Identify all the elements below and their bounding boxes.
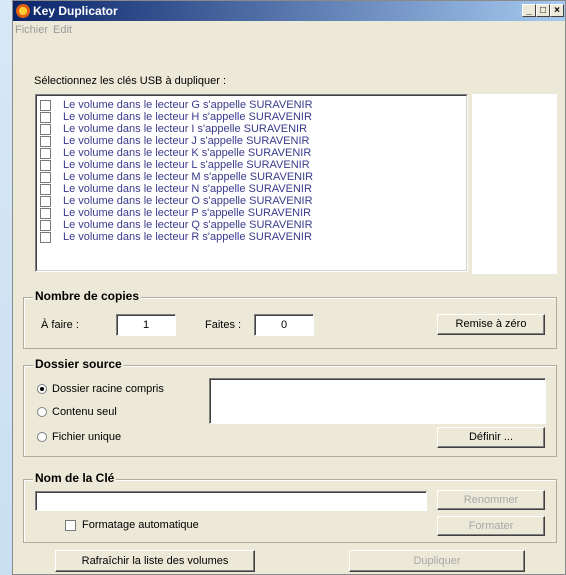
radio-content-only-label: Contenu seul xyxy=(52,406,117,418)
minimize-button[interactable]: _ xyxy=(522,4,536,17)
volume-label: Le volume dans le lecteur H s'appelle SU… xyxy=(63,111,312,124)
app-key-icon xyxy=(16,4,30,18)
usb-select-label: Sélectionnez les clés USB à dupliquer : xyxy=(34,75,226,87)
volume-label: Le volume dans le lecteur K s'appelle SU… xyxy=(63,147,312,160)
checkbox[interactable] xyxy=(40,135,51,147)
radio-root-folder[interactable]: Dossier racine compris xyxy=(37,383,164,395)
autoformat-checkbox[interactable]: Formatage automatique xyxy=(65,519,199,531)
volume-item[interactable]: Le volume dans le lecteur R s'appelle SU… xyxy=(40,231,312,244)
keyname-group-title: Nom de la Clé xyxy=(33,471,117,485)
volume-label: Le volume dans le lecteur N s'appelle SU… xyxy=(63,183,312,196)
autoformat-label: Formatage automatique xyxy=(82,519,199,531)
radio-single-file[interactable]: Fichier unique xyxy=(37,431,121,443)
key-name-input[interactable] xyxy=(35,491,427,511)
format-button[interactable]: Formater xyxy=(437,516,545,536)
checkbox[interactable] xyxy=(40,171,51,183)
checkbox[interactable] xyxy=(40,99,51,111)
volume-label: Le volume dans le lecteur M s'appelle SU… xyxy=(63,171,314,184)
reset-button[interactable]: Remise à zéro xyxy=(437,314,545,335)
checkbox[interactable] xyxy=(40,159,51,171)
checkbox[interactable] xyxy=(40,219,51,231)
copies-group-title: Nombre de copies xyxy=(33,289,142,303)
checkbox[interactable] xyxy=(40,183,51,195)
window-title: Key Duplicator xyxy=(33,4,118,18)
volume-label: Le volume dans le lecteur Q s'appelle SU… xyxy=(63,219,313,232)
checkbox[interactable] xyxy=(40,123,51,135)
radio-icon xyxy=(37,432,47,443)
volume-label: Le volume dans le lecteur P s'appelle SU… xyxy=(63,207,312,220)
preview-panel xyxy=(472,94,557,274)
checkbox[interactable] xyxy=(40,231,51,243)
volume-label: Le volume dans le lecteur O s'appelle SU… xyxy=(63,195,313,208)
duplicate-button[interactable]: Dupliquer xyxy=(349,550,525,572)
todo-label: À faire : xyxy=(41,319,79,331)
source-path-field[interactable] xyxy=(209,378,546,424)
define-button[interactable]: Définir ... xyxy=(437,427,545,448)
volume-label: Le volume dans le lecteur R s'appelle SU… xyxy=(63,231,312,244)
rename-button[interactable]: Renommer xyxy=(437,490,545,510)
close-button[interactable]: × xyxy=(550,4,564,17)
title-bar[interactable]: Key Duplicator _ □ × xyxy=(13,1,565,21)
checkbox[interactable] xyxy=(40,207,51,219)
radio-icon xyxy=(37,407,47,418)
radio-selected-icon xyxy=(37,384,47,395)
radio-single-file-label: Fichier unique xyxy=(52,431,122,443)
copies-done-field[interactable]: 0 xyxy=(254,314,314,336)
refresh-volumes-button[interactable]: Rafraîchir la liste des volumes xyxy=(55,550,255,572)
volume-label: Le volume dans le lecteur L s'appelle SU… xyxy=(63,159,310,172)
menu-bar: Fichier Edit xyxy=(13,21,565,39)
app-window: Key Duplicator _ □ × Fichier Edit Sélect… xyxy=(12,0,566,575)
checkbox[interactable] xyxy=(40,147,51,159)
menu-edit[interactable]: Edit xyxy=(53,24,72,36)
volume-label: Le volume dans le lecteur I s'appelle SU… xyxy=(63,123,308,136)
radio-root-folder-label: Dossier racine compris xyxy=(52,383,164,395)
usb-volume-list[interactable]: Le volume dans le lecteur G s'appelle SU… xyxy=(35,94,468,272)
done-label: Faites : xyxy=(205,319,242,331)
menu-fichier[interactable]: Fichier xyxy=(15,24,48,36)
copies-todo-field[interactable]: 1 xyxy=(116,314,176,336)
checkbox[interactable] xyxy=(40,195,51,207)
radio-content-only[interactable]: Contenu seul xyxy=(37,406,117,418)
maximize-button[interactable]: □ xyxy=(536,4,550,17)
volume-label: Le volume dans le lecteur G s'appelle SU… xyxy=(63,99,313,112)
volume-label: Le volume dans le lecteur J s'appelle SU… xyxy=(63,135,310,148)
source-group-title: Dossier source xyxy=(33,357,124,371)
checkbox-icon xyxy=(65,519,76,531)
checkbox[interactable] xyxy=(40,111,51,123)
